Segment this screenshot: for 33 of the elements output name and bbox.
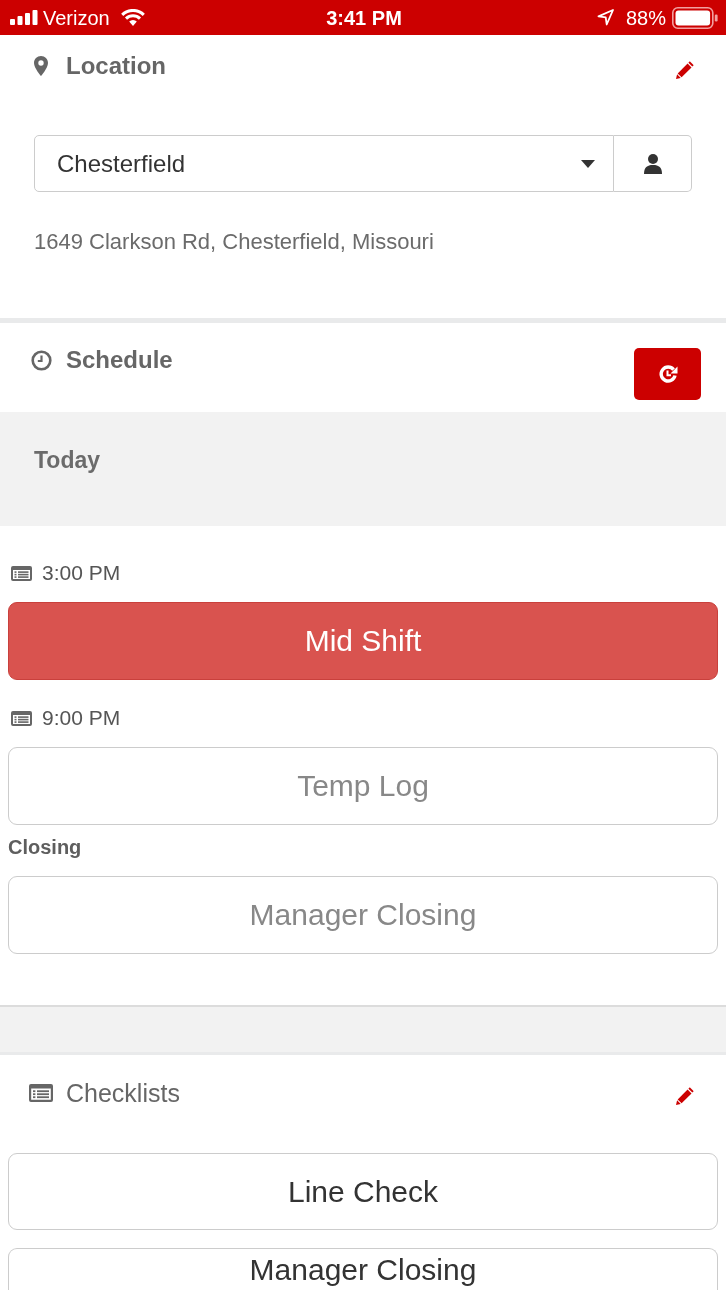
refresh-button[interactable] — [634, 348, 701, 400]
list-icon — [11, 565, 32, 581]
time-label: 3:00 PM — [42, 561, 121, 585]
address-text: 1649 Clarkson Rd, Chesterfield, Missouri — [34, 228, 434, 256]
list-icon — [29, 1084, 53, 1102]
day-label: Today — [34, 447, 101, 473]
signal-icon — [10, 10, 38, 25]
wifi-icon — [120, 9, 145, 26]
task-button[interactable]: Mid Shift — [8, 602, 718, 680]
group-label: Closing — [8, 835, 82, 859]
user-icon — [643, 153, 662, 174]
checklist-button[interactable]: Manager Closing — [8, 1248, 718, 1290]
battery-icon — [672, 6, 718, 29]
pencil-icon[interactable] — [676, 1087, 694, 1105]
clock-icon — [31, 349, 52, 371]
section-title: Schedule — [66, 347, 173, 373]
caret-icon — [581, 159, 595, 168]
pencil-icon[interactable] — [676, 61, 694, 79]
battery-percentage: 88% — [625, 5, 666, 30]
time-label: 9:00 PM — [42, 706, 121, 730]
location-select[interactable]: Chesterfield — [34, 135, 614, 192]
section-title: Location — [66, 53, 166, 79]
user-button[interactable] — [614, 135, 692, 192]
clock-arrow-icon — [657, 364, 678, 384]
map-marker-icon — [34, 56, 48, 76]
status-time: 3:41 PM — [326, 5, 402, 30]
list-icon — [11, 710, 32, 726]
task-button[interactable]: Manager Closing — [8, 876, 718, 954]
location-arrow-icon — [596, 9, 614, 26]
checklist-button[interactable]: Line Check — [8, 1153, 718, 1230]
section-title: Checklists — [66, 1080, 180, 1106]
carrier-name: Verizon — [43, 5, 110, 30]
task-button[interactable]: Temp Log — [8, 747, 718, 825]
